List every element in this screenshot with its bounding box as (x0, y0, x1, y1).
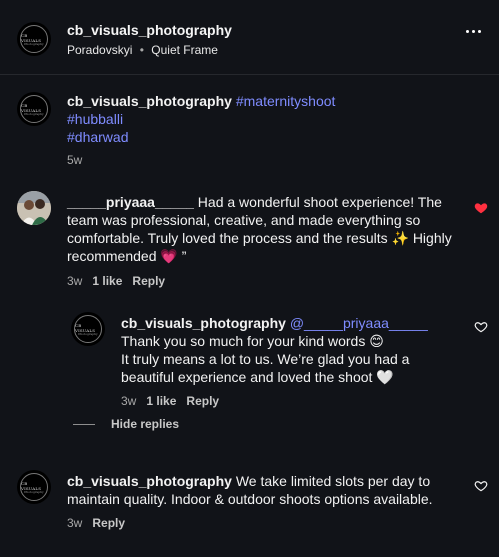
heart-outline-icon[interactable] (474, 320, 488, 334)
comment-3-avatar[interactable]: CB VISUALS Photography (17, 470, 51, 504)
comment-1-username[interactable]: _____priyaaa_____ (67, 194, 194, 210)
comment-2-mention[interactable]: @_____priyaaa_____ (290, 315, 428, 331)
hide-replies-button[interactable]: Hide replies (111, 417, 179, 431)
brand-logo: CB VISUALS Photography (20, 25, 48, 53)
caption-time: 5w (67, 153, 83, 167)
comment-3-username[interactable]: cb_visuals_photography (67, 473, 232, 489)
hashtag-hubballi[interactable]: #hubballi (67, 111, 123, 127)
comment-3-reply-button[interactable]: Reply (92, 516, 125, 530)
header-avatar[interactable]: CB VISUALS Photography (17, 22, 51, 56)
reply-avatar[interactable]: CB VISUALS Photography (71, 312, 105, 346)
liked-heart-icon[interactable] (474, 201, 488, 215)
header-username[interactable]: cb_visuals_photography (67, 22, 232, 38)
comment-3-body: cb_visuals_photography We take limited s… (67, 472, 457, 508)
hide-replies-line (73, 424, 95, 425)
comment-1-reply-button[interactable]: Reply (132, 274, 165, 288)
comment-2-reply-button[interactable]: Reply (186, 394, 219, 408)
comment-3-meta: 3w Reply (67, 516, 125, 530)
comment-2-body: cb_visuals_photography @_____priyaaa____… (121, 314, 451, 386)
comment-2-text-line2: It truly means a lot to us. We’re glad y… (121, 351, 410, 385)
comment-1-time: 3w (67, 274, 83, 288)
comment-2-time: 3w (121, 394, 137, 408)
header-divider (0, 74, 499, 75)
caption-username[interactable]: cb_visuals_photography (67, 93, 232, 109)
comment-1-likes[interactable]: 1 like (92, 274, 122, 288)
more-options-icon[interactable] (466, 30, 481, 33)
comment-2-text: Thank you so much for your kind words 😊 (121, 333, 384, 349)
hashtag-maternityshoot[interactable]: #maternityshoot (236, 93, 336, 109)
comment-1-body: _____priyaaa_____ Had a wonderful shoot … (67, 193, 457, 265)
heart-outline-icon[interactable] (474, 479, 488, 493)
audio-label[interactable]: Quiet Frame (151, 43, 218, 57)
commenter-avatar[interactable] (17, 191, 51, 225)
caption-text: cb_visuals_photography #maternityshoot #… (67, 92, 467, 146)
caption-avatar[interactable]: CB VISUALS Photography (17, 92, 51, 126)
comment-2-meta: 3w 1 like Reply (121, 394, 219, 408)
header-subtitle: Poradovskyi • Quiet Frame (67, 43, 218, 57)
hashtag-dharwad[interactable]: #dharwad (67, 129, 129, 145)
comment-1-meta: 3w 1 like Reply (67, 274, 165, 288)
comment-2-username[interactable]: cb_visuals_photography (121, 315, 286, 331)
person-photo-icon (17, 191, 51, 225)
comment-2-likes[interactable]: 1 like (146, 394, 176, 408)
location-label[interactable]: Poradovskyi (67, 43, 132, 57)
comment-3-time: 3w (67, 516, 83, 530)
